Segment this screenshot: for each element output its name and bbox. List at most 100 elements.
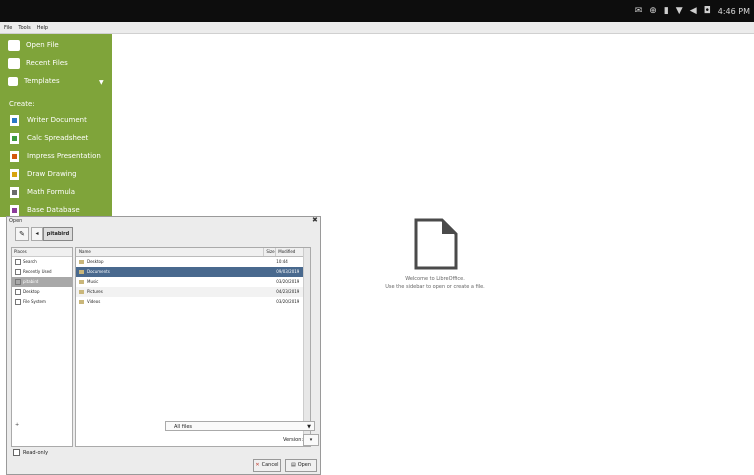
- menubar: File Tools Help: [0, 22, 754, 34]
- start-center-sidebar: Open File Recent Files Templates ▼ Creat…: [0, 34, 112, 217]
- file-name: Pictures: [87, 289, 103, 294]
- file-list: Name Size Modified Desktop 10:44 Documen…: [75, 247, 311, 447]
- calc-icon-mark: [12, 135, 17, 141]
- menu-file[interactable]: File: [4, 25, 12, 31]
- column-size[interactable]: Size: [264, 248, 277, 256]
- open-button[interactable]: ▤ Open: [285, 459, 317, 472]
- base-icon: [10, 204, 19, 216]
- mail-icon[interactable]: ✉: [635, 6, 643, 16]
- column-name[interactable]: Name: [76, 248, 265, 256]
- version-label: Version:: [283, 437, 304, 443]
- volume-icon[interactable]: ◀: [690, 6, 697, 16]
- writer-icon-mark: [12, 117, 17, 123]
- open-file-label: Open File: [26, 41, 59, 49]
- file-name-cell: Desktop: [76, 257, 264, 267]
- file-row[interactable]: Videos 03/20/2019: [76, 297, 310, 307]
- create-heading: Create:: [9, 100, 35, 108]
- file-size: [264, 257, 276, 267]
- folder-icon: [8, 39, 20, 51]
- recent-files-button[interactable]: Recent Files: [0, 54, 112, 72]
- math-icon: [10, 186, 19, 198]
- math-icon-mark: [12, 189, 17, 195]
- settings-icon[interactable]: ⊕: [649, 6, 657, 16]
- type-location-button[interactable]: ✎: [15, 227, 29, 241]
- read-only-label: Read-only: [23, 449, 49, 456]
- place-file-system[interactable]: File System: [12, 297, 72, 307]
- calc-spreadsheet-button[interactable]: Calc Spreadsheet: [0, 129, 112, 147]
- cancel-button[interactable]: ✕ Cancel: [253, 459, 281, 472]
- file-name: Music: [87, 279, 99, 284]
- place-label: pitabird: [23, 279, 39, 284]
- search-icon: [15, 259, 21, 265]
- clock[interactable]: 4:46 PM: [718, 7, 750, 16]
- file-row[interactable]: Desktop 10:44: [76, 257, 310, 267]
- impress-icon: [10, 150, 19, 162]
- file-name: Desktop: [87, 259, 104, 264]
- close-icon[interactable]: ✖: [312, 216, 318, 224]
- place-label: Desktop: [23, 289, 40, 294]
- pencil-icon: ✎: [19, 230, 25, 238]
- impress-icon-mark: [12, 153, 17, 159]
- battery-icon[interactable]: ▮: [664, 6, 669, 16]
- draw-icon: [10, 168, 19, 180]
- file-list-scrollbar[interactable]: [303, 248, 310, 446]
- impress-presentation-label: Impress Presentation: [27, 152, 101, 160]
- templates-icon: [8, 76, 18, 86]
- folder-icon: [79, 270, 84, 274]
- path-bar-button[interactable]: pitabird: [43, 227, 73, 241]
- path-scroll-left-button[interactable]: ◂: [31, 227, 43, 241]
- writer-document-button[interactable]: Writer Document: [0, 111, 112, 129]
- base-icon-mark: [12, 207, 17, 213]
- templates-label: Templates: [24, 77, 60, 85]
- file-row[interactable]: Documents 09/03/2019: [76, 267, 310, 277]
- folder-icon: [79, 260, 84, 264]
- file-row[interactable]: Pictures 04/23/2019: [76, 287, 310, 297]
- file-list-header: Name Size Modified: [76, 248, 310, 257]
- system-top-panel: ✉ ⊕ ▮ ▼ ◀ ◘ 4:46 PM: [0, 0, 754, 22]
- writer-icon: [10, 114, 19, 126]
- home-folder-icon: [15, 279, 21, 285]
- menu-help[interactable]: Help: [37, 25, 48, 31]
- place-recently-used[interactable]: Recently Used: [12, 267, 72, 277]
- file-name-cell: Music: [76, 277, 264, 287]
- base-database-label: Base Database: [27, 206, 80, 214]
- file-size: [264, 297, 276, 307]
- clock-icon: [15, 269, 21, 275]
- math-formula-button[interactable]: Math Formula: [0, 183, 112, 201]
- calc-spreadsheet-label: Calc Spreadsheet: [27, 134, 89, 142]
- place-home[interactable]: pitabird: [12, 277, 72, 287]
- checkbox-box[interactable]: [13, 449, 20, 456]
- file-name-cell: Videos: [76, 297, 264, 307]
- menu-tools[interactable]: Tools: [18, 25, 30, 31]
- display-icon[interactable]: ◘: [704, 6, 711, 16]
- file-type-filter[interactable]: All files ▼: [165, 421, 315, 431]
- open-file-dialog: Open ✖ ✎ ◂ pitabird Places Search Recent…: [6, 216, 321, 475]
- file-size: [264, 267, 276, 277]
- file-row[interactable]: Music 03/20/2019: [76, 277, 310, 287]
- folder-icon: [79, 290, 84, 294]
- place-desktop[interactable]: Desktop: [12, 287, 72, 297]
- welcome-title: Welcome to LibreOffice.: [405, 276, 465, 282]
- draw-drawing-label: Draw Drawing: [27, 170, 77, 178]
- welcome-subtitle: Use the sidebar to open or create a file…: [385, 284, 485, 290]
- impress-presentation-button[interactable]: Impress Presentation: [0, 147, 112, 165]
- network-icon[interactable]: ▼: [676, 6, 683, 16]
- place-search[interactable]: Search: [12, 257, 72, 267]
- read-only-checkbox[interactable]: Read-only: [13, 449, 48, 456]
- folder-icon: [79, 300, 84, 304]
- draw-drawing-button[interactable]: Draw Drawing: [0, 165, 112, 183]
- place-label: Recently Used: [23, 269, 52, 274]
- cancel-icon: ✕: [255, 462, 260, 468]
- libreoffice-document-icon: [414, 218, 458, 270]
- drive-icon: [15, 299, 21, 305]
- templates-button[interactable]: Templates: [0, 72, 112, 90]
- file-size: [264, 287, 276, 297]
- open-file-button[interactable]: Open File: [0, 36, 112, 54]
- chevron-left-icon: ◂: [35, 230, 39, 237]
- cancel-label: Cancel: [261, 462, 279, 468]
- file-type-filter-value: All files: [174, 424, 193, 430]
- version-select[interactable]: ▾: [303, 434, 319, 446]
- add-bookmark-button[interactable]: +: [15, 422, 19, 428]
- writer-document-label: Writer Document: [27, 116, 87, 124]
- chevron-down-icon[interactable]: ▼: [99, 79, 104, 86]
